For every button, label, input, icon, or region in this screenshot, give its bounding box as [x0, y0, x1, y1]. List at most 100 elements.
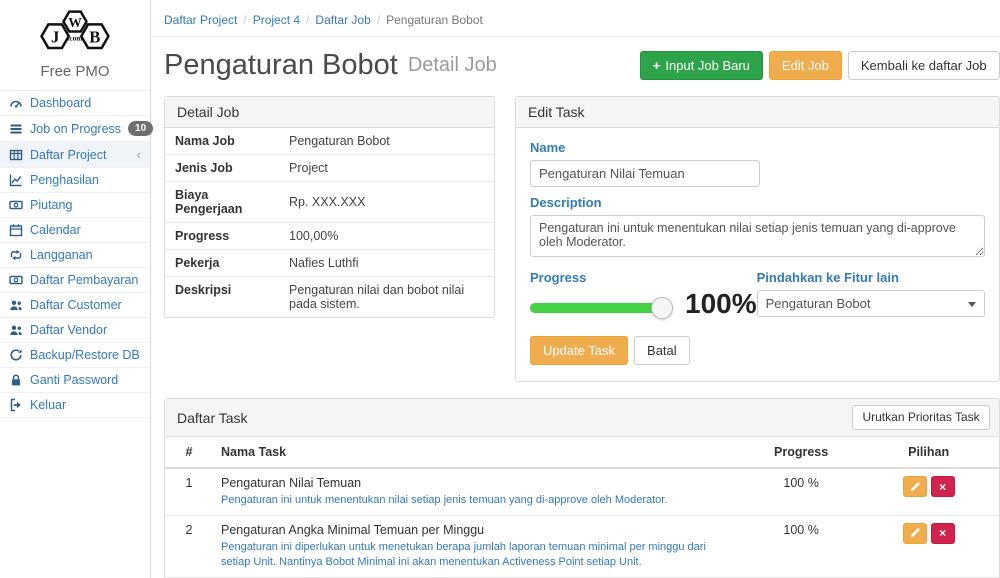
detail-job-panel-title: Detail Job: [165, 97, 494, 128]
progress-slider[interactable]: [530, 303, 663, 313]
sidebar-item-label: Ganti Password: [30, 373, 118, 387]
detail-value: Nafies Luthfi: [283, 250, 494, 277]
task-description: Pengaturan ini untuk menentukan nilai se…: [221, 493, 736, 508]
edit-task-panel-title: Edit Task: [516, 97, 999, 128]
header-buttons: + Input Job Baru Edit Job Kembali ke daf…: [640, 51, 1000, 80]
move-feature-select[interactable]: Pengaturan Bobot: [757, 290, 985, 317]
sidebar-item-label: Daftar Pembayaran: [30, 273, 138, 287]
chart-line-icon: [9, 173, 23, 187]
page-title: Pengaturan Bobot: [164, 49, 398, 82]
sidebar-item-dashboard[interactable]: Dashboard: [0, 91, 150, 116]
sidebar-item-ganti-password[interactable]: Ganti Password: [0, 368, 150, 393]
detail-value: Rp. XXX.XXX: [283, 182, 494, 223]
sidebar-item-langganan[interactable]: Langganan: [0, 243, 150, 268]
sidebar-item-daftar-project[interactable]: Daftar Project ‹: [0, 142, 150, 168]
edit-job-button[interactable]: Edit Job: [769, 51, 842, 80]
urutkan-prioritas-button-top[interactable]: Urutkan Prioritas Task: [852, 405, 989, 430]
svg-text:.com: .com: [68, 33, 83, 42]
delete-task-button[interactable]: ×: [931, 523, 955, 544]
task-name: Pengaturan Nilai Temuan: [221, 476, 736, 490]
input-job-baru-button[interactable]: + Input Job Baru: [640, 51, 763, 80]
detail-value: Project: [283, 155, 494, 182]
breadcrumb-daftar-job[interactable]: Daftar Job: [315, 13, 370, 27]
sidebar-item-label: Penghasilan: [30, 173, 99, 187]
progress-label: Progress: [530, 270, 757, 285]
svg-text:B: B: [89, 28, 100, 47]
edit-task-panel: Edit Task Name Description Pengaturan in…: [515, 96, 1000, 382]
progress-value: 100%: [685, 288, 757, 320]
task-description-textarea[interactable]: Pengaturan ini untuk menentukan nilai se…: [530, 215, 985, 257]
edit-task-button[interactable]: [903, 523, 927, 544]
detail-label: Biaya Pengerjaan: [165, 182, 283, 223]
col-header-name: Nama Task: [213, 437, 744, 468]
sidebar-item-label: Job on Progress: [30, 122, 121, 136]
panels-area: Detail Job Nama Job Pengaturan Bobot Jen…: [151, 96, 1000, 578]
sidebar-item-label: Backup/Restore DB: [30, 348, 140, 362]
detail-row-nama-job: Nama Job Pengaturan Bobot: [165, 128, 494, 155]
sidebar-item-job-on-progress[interactable]: Job on Progress 10: [0, 116, 150, 142]
users-icon: [9, 298, 23, 312]
main-content: Daftar Project/Project 4/Daftar Job/Peng…: [151, 0, 1000, 578]
svg-text:J: J: [51, 28, 59, 47]
sidebar-item-daftar-pembayaran[interactable]: Daftar Pembayaran: [0, 268, 150, 293]
description-label: Description: [530, 195, 985, 210]
breadcrumb-separator: /: [237, 13, 252, 27]
pencil-icon: [909, 527, 921, 539]
x-icon: ×: [939, 480, 946, 494]
breadcrumb-bar: Daftar Project/Project 4/Daftar Job/Peng…: [151, 0, 1000, 37]
sidebar-item-backup-restore[interactable]: Backup/Restore DB: [0, 343, 150, 368]
chevron-left-icon: ‹: [137, 147, 141, 162]
breadcrumb: Daftar Project/Project 4/Daftar Job/Peng…: [164, 13, 990, 27]
breadcrumb-daftar-project[interactable]: Daftar Project: [164, 13, 237, 27]
sidebar-item-calendar[interactable]: Calendar: [0, 218, 150, 243]
breadcrumb-project-4[interactable]: Project 4: [253, 13, 300, 27]
sidebar-item-label: Dashboard: [30, 96, 91, 110]
breadcrumb-separator: /: [300, 13, 315, 27]
update-task-button[interactable]: Update Task: [530, 336, 628, 365]
task-name-input[interactable]: [530, 160, 760, 187]
detail-row-biaya: Biaya Pengerjaan Rp. XXX.XXX: [165, 182, 494, 223]
progress-slider-fill: [530, 303, 663, 313]
daftar-task-panel: Daftar Task Urutkan Prioritas Task # Nam…: [164, 398, 1000, 578]
task-description: Pengaturan ini diperlukan untuk menetuka…: [221, 540, 736, 570]
calendar-icon: [9, 223, 23, 237]
caret-down-icon: [968, 302, 976, 307]
detail-value: 100,00%: [283, 223, 494, 250]
daftar-task-panel-title: Daftar Task: [177, 410, 248, 426]
input-job-baru-label: Input Job Baru: [665, 57, 750, 74]
detail-row-pekerja: Pekerja Nafies Luthfi: [165, 250, 494, 277]
task-num: 2: [165, 515, 213, 577]
money-icon: [9, 198, 23, 212]
refresh-icon: [9, 348, 23, 362]
jwb-logo: W J B .com: [38, 8, 112, 54]
sidebar-item-label: Daftar Vendor: [30, 323, 107, 337]
task-table-header: # Nama Task Progress Pilihan: [165, 437, 999, 468]
money-icon: [9, 273, 23, 287]
brand-block: W J B .com Free PMO: [0, 0, 150, 91]
delete-task-button[interactable]: ×: [931, 476, 955, 497]
detail-label: Jenis Job: [165, 155, 283, 182]
edit-task-button[interactable]: [903, 476, 927, 497]
sidebar-item-daftar-vendor[interactable]: Daftar Vendor: [0, 318, 150, 343]
kembali-button[interactable]: Kembali ke daftar Job: [848, 51, 1000, 80]
sidebar-item-daftar-customer[interactable]: Daftar Customer: [0, 293, 150, 318]
batal-button[interactable]: Batal: [634, 336, 690, 365]
plus-icon: +: [653, 57, 661, 74]
sidebar-item-penghasilan[interactable]: Penghasilan: [0, 168, 150, 193]
sidebar-item-label: Daftar Customer: [30, 298, 122, 312]
task-row: 2 Pengaturan Angka Minimal Temuan per Mi…: [165, 515, 999, 577]
task-row: 1 Pengaturan Nilai Temuan Pengaturan ini…: [165, 468, 999, 515]
detail-row-jenis-job: Jenis Job Project: [165, 155, 494, 182]
x-icon: ×: [939, 526, 946, 540]
sidebar-item-piutang[interactable]: Piutang: [0, 193, 150, 218]
sidebar-item-label: Calendar: [30, 223, 81, 237]
detail-label: Nama Job: [165, 128, 283, 155]
sidebar-item-keluar[interactable]: Keluar: [0, 393, 150, 418]
progress-slider-handle[interactable]: [651, 297, 673, 319]
detail-job-table: Nama Job Pengaturan Bobot Jenis Job Proj…: [165, 128, 494, 317]
col-header-progress: Progress: [744, 437, 859, 468]
list-icon: [9, 122, 23, 136]
users-icon: [9, 323, 23, 337]
detail-label: Progress: [165, 223, 283, 250]
detail-value: Pengaturan nilai dan bobot nilai pada si…: [283, 277, 494, 318]
